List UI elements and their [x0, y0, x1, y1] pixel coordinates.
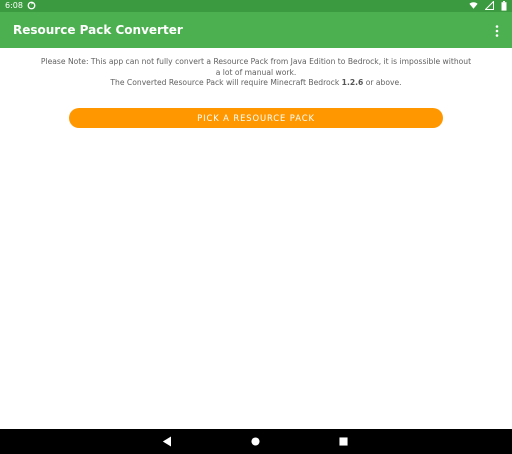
battery-icon	[501, 1, 507, 11]
conversion-note: Please Note: This app can not fully conv…	[40, 57, 472, 89]
wifi-icon	[469, 2, 478, 9]
app-title: Resource Pack Converter	[13, 23, 183, 37]
status-time: 6:08	[5, 1, 23, 10]
bedrock-version: 1.2.6	[341, 78, 364, 87]
status-bar: 6:08	[0, 0, 512, 12]
note-line-2: The Converted Resource Pack will require…	[40, 78, 472, 89]
more-vert-icon[interactable]	[493, 24, 501, 38]
back-icon[interactable]	[162, 436, 172, 447]
pick-resource-pack-button[interactable]: PICK A RESOURCE PACK	[69, 108, 443, 128]
note-line-1: Please Note: This app can not fully conv…	[40, 57, 472, 77]
app-bar: Resource Pack Converter	[0, 12, 512, 48]
note-line-2-suffix: or above.	[363, 78, 402, 87]
recents-icon[interactable]	[339, 437, 348, 446]
note-line-2-prefix: The Converted Resource Pack will require…	[110, 78, 342, 87]
status-icons	[467, 1, 507, 11]
navigation-bar	[0, 429, 512, 454]
signal-icon	[484, 1, 494, 10]
sync-icon	[27, 1, 36, 10]
home-icon[interactable]	[251, 437, 260, 446]
